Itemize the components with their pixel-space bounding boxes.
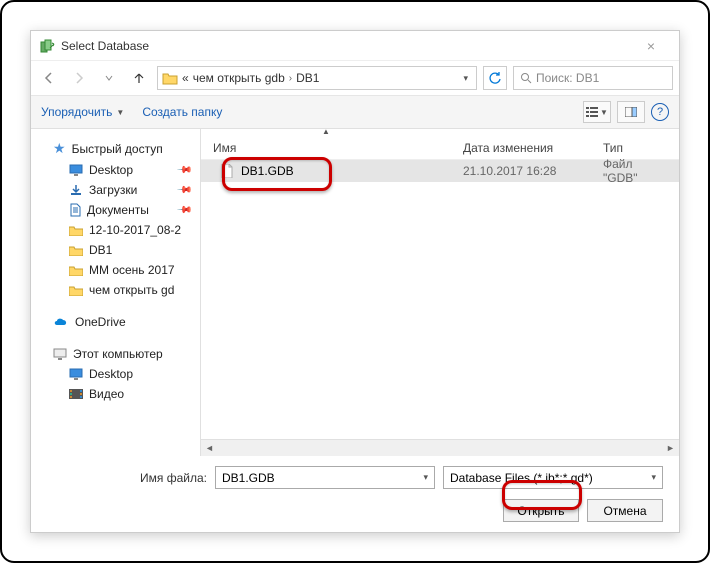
chevron-right-icon: › xyxy=(289,73,292,84)
file-date: 21.10.2017 16:28 xyxy=(451,164,591,178)
crumb-2[interactable]: DB1 xyxy=(296,71,319,85)
titlebar: Select Database × xyxy=(31,31,679,61)
desktop-icon xyxy=(69,368,83,380)
back-button[interactable] xyxy=(37,66,61,90)
folder-icon xyxy=(69,265,83,276)
up-button[interactable] xyxy=(127,66,151,90)
sidebar-item-folder-3[interactable]: MM осень 2017 xyxy=(31,260,200,280)
column-date[interactable]: Дата изменения xyxy=(451,141,591,155)
star-icon: ★ xyxy=(53,140,66,157)
sidebar-pc-desktop[interactable]: Desktop xyxy=(31,364,200,384)
folder-icon xyxy=(69,245,83,256)
bottom-panel: Имя файла: DB1.GDB▾ Database Files (*.ib… xyxy=(31,456,679,532)
sort-indicator: ▲ xyxy=(201,129,451,136)
crumb-1[interactable]: чем открыть gdb xyxy=(193,71,285,85)
preview-pane-button[interactable] xyxy=(617,101,645,123)
filename-label: Имя файла: xyxy=(47,471,207,485)
file-area: ▲ Имя Дата изменения Тип DB1.GDB 21.10.2… xyxy=(201,129,679,456)
documents-icon xyxy=(69,203,81,217)
pin-icon: 📌 xyxy=(175,162,192,179)
pin-icon: 📌 xyxy=(175,182,192,199)
file-name: DB1.GDB xyxy=(241,164,294,178)
sidebar-item-folder-1[interactable]: 12-10-2017_08-2 xyxy=(31,220,200,240)
sidebar-item-folder-4[interactable]: чем открыть gd xyxy=(31,280,200,300)
scrollbar-horizontal[interactable]: ◄ ► xyxy=(201,439,679,456)
window-title: Select Database xyxy=(61,39,631,53)
pc-icon xyxy=(53,348,67,360)
open-file-dialog: Select Database × « чем открыть gdb › DB… xyxy=(30,30,680,533)
column-name[interactable]: Имя xyxy=(201,141,451,155)
refresh-button[interactable] xyxy=(483,66,507,90)
scroll-left-icon[interactable]: ◄ xyxy=(201,443,218,453)
pin-icon: 📌 xyxy=(175,202,192,219)
sidebar: ★Быстрый доступ Desktop📌 Загрузки📌 Докум… xyxy=(31,129,201,456)
breadcrumb[interactable]: « чем открыть gdb › DB1 ▾ xyxy=(157,66,477,90)
forward-button[interactable] xyxy=(67,66,91,90)
scroll-right-icon[interactable]: ► xyxy=(662,443,679,453)
new-folder-button[interactable]: Создать папку xyxy=(142,105,222,119)
sidebar-onedrive[interactable]: OneDrive xyxy=(31,312,200,332)
toolbar: Упорядочить▼ Создать папку ▼ ? xyxy=(31,95,679,129)
open-button[interactable]: Открыть xyxy=(503,499,579,522)
breadcrumb-dropdown[interactable]: ▾ xyxy=(463,73,468,84)
recent-dropdown[interactable] xyxy=(97,66,121,90)
cancel-button[interactable]: Отмена xyxy=(587,499,663,522)
sidebar-this-pc[interactable]: Этот компьютер xyxy=(31,344,200,364)
search-placeholder: Поиск: DB1 xyxy=(536,71,599,85)
sidebar-quick-access[interactable]: ★Быстрый доступ xyxy=(31,137,200,160)
desktop-icon xyxy=(69,164,83,176)
video-icon xyxy=(69,388,83,400)
file-row[interactable]: DB1.GDB 21.10.2017 16:28 Файл "GDB" xyxy=(201,160,679,182)
help-button[interactable]: ? xyxy=(651,103,669,121)
column-type[interactable]: Тип xyxy=(591,141,679,155)
sidebar-item-folder-2[interactable]: DB1 xyxy=(31,240,200,260)
search-icon xyxy=(520,72,532,84)
filetype-filter[interactable]: Database Files (*.ib*;*.gd*)▾ xyxy=(443,466,663,489)
sidebar-item-documents[interactable]: Документы📌 xyxy=(31,200,200,220)
file-icon xyxy=(221,164,233,178)
crumb-prefix: « xyxy=(182,71,189,85)
file-list: DB1.GDB 21.10.2017 16:28 Файл "GDB" xyxy=(201,160,679,439)
downloads-icon xyxy=(69,184,83,196)
folder-icon xyxy=(162,71,178,85)
nav-row: « чем открыть gdb › DB1 ▾ Поиск: DB1 xyxy=(31,61,679,95)
view-mode-button[interactable]: ▼ xyxy=(583,101,611,123)
close-icon[interactable]: × xyxy=(631,38,671,54)
onedrive-icon xyxy=(53,316,69,328)
file-type: Файл "GDB" xyxy=(591,157,679,185)
search-input[interactable]: Поиск: DB1 xyxy=(513,66,673,90)
folder-icon xyxy=(69,285,83,296)
sidebar-pc-video[interactable]: Видео xyxy=(31,384,200,404)
organize-button[interactable]: Упорядочить▼ xyxy=(41,105,124,119)
sidebar-item-desktop[interactable]: Desktop📌 xyxy=(31,160,200,180)
filename-input[interactable]: DB1.GDB▾ xyxy=(215,466,435,489)
folder-icon xyxy=(69,225,83,236)
sidebar-item-downloads[interactable]: Загрузки📌 xyxy=(31,180,200,200)
app-icon xyxy=(39,38,55,54)
